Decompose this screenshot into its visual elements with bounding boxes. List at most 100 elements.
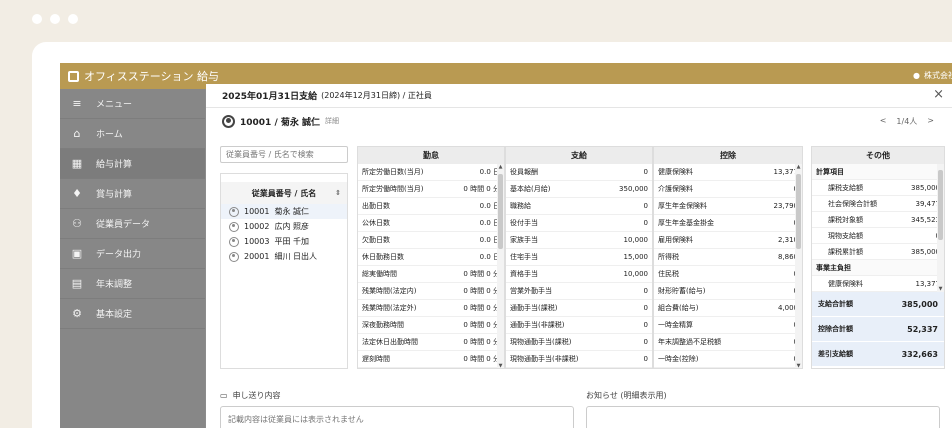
modal-header: 2025年01月31日支給 (2024年12月31日締) / 正社員 <box>206 84 952 108</box>
row-value[interactable]: 0 <box>644 321 648 329</box>
app-logo-icon <box>68 70 79 82</box>
table-row: 休日勤務日数 0.0 日 <box>358 249 504 266</box>
scrollbar-thumb[interactable] <box>938 170 943 240</box>
table-row: 営業外勤手当 0 <box>506 283 652 300</box>
prev-page-button[interactable]: < <box>880 116 887 127</box>
employee-list-item[interactable]: 10002 広内 照彦 <box>221 219 347 234</box>
row-value[interactable]: 0 時間 0 分 <box>463 184 500 194</box>
row-value[interactable]: 0 時間 0 分 <box>463 303 500 313</box>
row-label: 所定労働時間(当月) <box>362 185 424 193</box>
table-row: 住民税0 <box>654 266 802 283</box>
sidebar-item-label: ホーム <box>96 130 123 140</box>
total-row: 支給合計額 385,000 <box>812 292 944 317</box>
list-header-label: 従業員番号 / 氏名 <box>251 188 317 198</box>
row-label: 雇用保険料 <box>658 236 693 244</box>
total-label: 支給合計額 <box>818 300 853 308</box>
row-value[interactable]: 10,000 <box>624 270 649 278</box>
sidebar-item-label: 賞与計算 <box>96 190 133 200</box>
table-row: 所定労働日数(当月) 0.0 日 <box>358 164 504 181</box>
row-value[interactable]: 0 <box>644 287 648 295</box>
row-value[interactable]: 0 <box>644 168 648 176</box>
row-label: 社会保険合計額 <box>828 199 877 208</box>
scrollbar-thumb[interactable] <box>796 174 801 249</box>
sidebar-item-label: 給与計算 <box>96 160 133 170</box>
row-value[interactable]: 0 <box>644 202 648 210</box>
row-value: 345,523 <box>911 215 940 224</box>
employee-list-item[interactable]: 20001 細川 日出人 <box>221 249 347 264</box>
row-label: 年末調整過不足税額 <box>658 338 721 346</box>
sidebar-item-data-export[interactable]: ▣ データ出力 <box>60 239 205 269</box>
sidebar-item-home[interactable]: ⌂ ホーム <box>60 119 205 149</box>
detail-link[interactable]: 詳細 <box>325 116 339 126</box>
total-label: 控除合計額 <box>818 325 853 333</box>
employee-list-header[interactable]: 従業員番号 / 氏名 ⇕ <box>221 182 347 204</box>
scroll-up-icon[interactable]: ▲ <box>497 164 504 170</box>
sidebar-item-label: 年末調整 <box>96 280 133 290</box>
row-label: 法定休日出勤時間 <box>362 338 418 346</box>
employee-name: 細川 日出人 <box>274 252 317 261</box>
scrollbar[interactable]: ▼ <box>937 164 944 292</box>
sidebar-item-bonus[interactable]: ♦ 賞与計算 <box>60 179 205 209</box>
row-value[interactable]: 0 時間 0 分 <box>463 354 500 364</box>
page-indicator: 1/4人 <box>896 117 918 126</box>
row-label: 組合費(給与) <box>658 304 699 312</box>
close-icon[interactable]: × <box>933 87 944 102</box>
total-row: 差引支給額 332,663 <box>812 342 944 367</box>
modal-title: 2025年01月31日支給 <box>222 92 318 102</box>
notice-label: お知らせ (明細表示用) <box>586 390 667 401</box>
row-value[interactable]: 0 時間 0 分 <box>463 269 500 279</box>
sidebar-item-payroll[interactable]: ▦ 給与計算 <box>60 149 205 179</box>
scroll-up-icon[interactable]: ▲ <box>795 164 802 170</box>
row-value[interactable]: 0 時間 0 分 <box>463 337 500 347</box>
scroll-down-icon[interactable]: ▼ <box>497 363 504 368</box>
sidebar-item-settings[interactable]: ⚙ 基本設定 <box>60 299 205 329</box>
company-menu[interactable]: ● 株式会社 <box>913 70 952 81</box>
total-row: 控除合計額 52,337 <box>812 317 944 342</box>
scroll-down-icon[interactable]: ▼ <box>937 286 944 292</box>
table-row: 基本給(月給) 350,000 <box>506 181 652 198</box>
other-row: 現物支給額0 <box>812 228 944 244</box>
sidebar-item-employee-data[interactable]: ⚇ 従業員データ <box>60 209 205 239</box>
row-value[interactable]: 350,000 <box>619 185 648 193</box>
table-row: 一時金精算0 <box>654 317 802 334</box>
row-value[interactable]: 0 <box>644 338 648 346</box>
sidebar-item-menu[interactable]: ≡ メニュー <box>60 89 205 119</box>
employee-id: 10003 <box>244 237 270 246</box>
row-label: 通勤手当(非課税) <box>510 321 565 329</box>
employee-list-item[interactable]: 10003 平田 千加 <box>221 234 347 249</box>
other-header: その他 <box>812 147 944 164</box>
sidebar-item-year-end[interactable]: ▤ 年末調整 <box>60 269 205 299</box>
year-end-icon: ▤ <box>71 277 83 290</box>
row-value[interactable]: 0 <box>644 355 648 363</box>
employee-avatar-icon <box>229 206 239 217</box>
bonus-icon: ♦ <box>72 187 82 200</box>
row-value[interactable]: 15,000 <box>624 253 649 261</box>
next-page-button[interactable]: > <box>927 116 934 127</box>
scrollbar-thumb[interactable] <box>498 174 503 249</box>
table-row: 深夜勤務時間 0 時間 0 分 <box>358 317 504 334</box>
row-label: 公休日数 <box>362 219 390 227</box>
table-row: 厚生年金基金掛金0 <box>654 215 802 232</box>
row-value[interactable]: 0 時間 0 分 <box>463 320 500 330</box>
employee-id: 10001 <box>244 207 270 216</box>
row-value: 385,000 <box>911 247 940 256</box>
row-value[interactable]: 0 時間 0 分 <box>463 286 500 296</box>
table-row: 雇用保険料 2,310 <box>654 232 802 249</box>
employee-list-item[interactable]: 10001 菊永 誠仁 <box>221 204 347 219</box>
scrollbar[interactable]: ▲ ▼ <box>497 164 504 368</box>
table-row: 遅刻時間 0 時間 0 分 <box>358 351 504 368</box>
row-label: 介護保険料 <box>658 185 693 193</box>
table-row: 公休日数 0.0 日 <box>358 215 504 232</box>
scroll-down-icon[interactable]: ▼ <box>795 363 802 368</box>
sidebar-item-label: 基本設定 <box>96 310 133 320</box>
row-label: 基本給(月給) <box>510 185 551 193</box>
row-value[interactable]: 0 <box>644 219 648 227</box>
table-row: 資格手当 10,000 <box>506 266 652 283</box>
row-value[interactable]: 0 <box>644 304 648 312</box>
row-value[interactable]: 10,000 <box>624 236 649 244</box>
sort-icon[interactable]: ⇕ <box>335 189 341 197</box>
notice-input[interactable] <box>586 406 940 428</box>
scrollbar[interactable]: ▲ ▼ <box>795 164 802 368</box>
employee-search-input[interactable] <box>220 146 348 163</box>
handover-notes-input[interactable] <box>220 406 574 428</box>
